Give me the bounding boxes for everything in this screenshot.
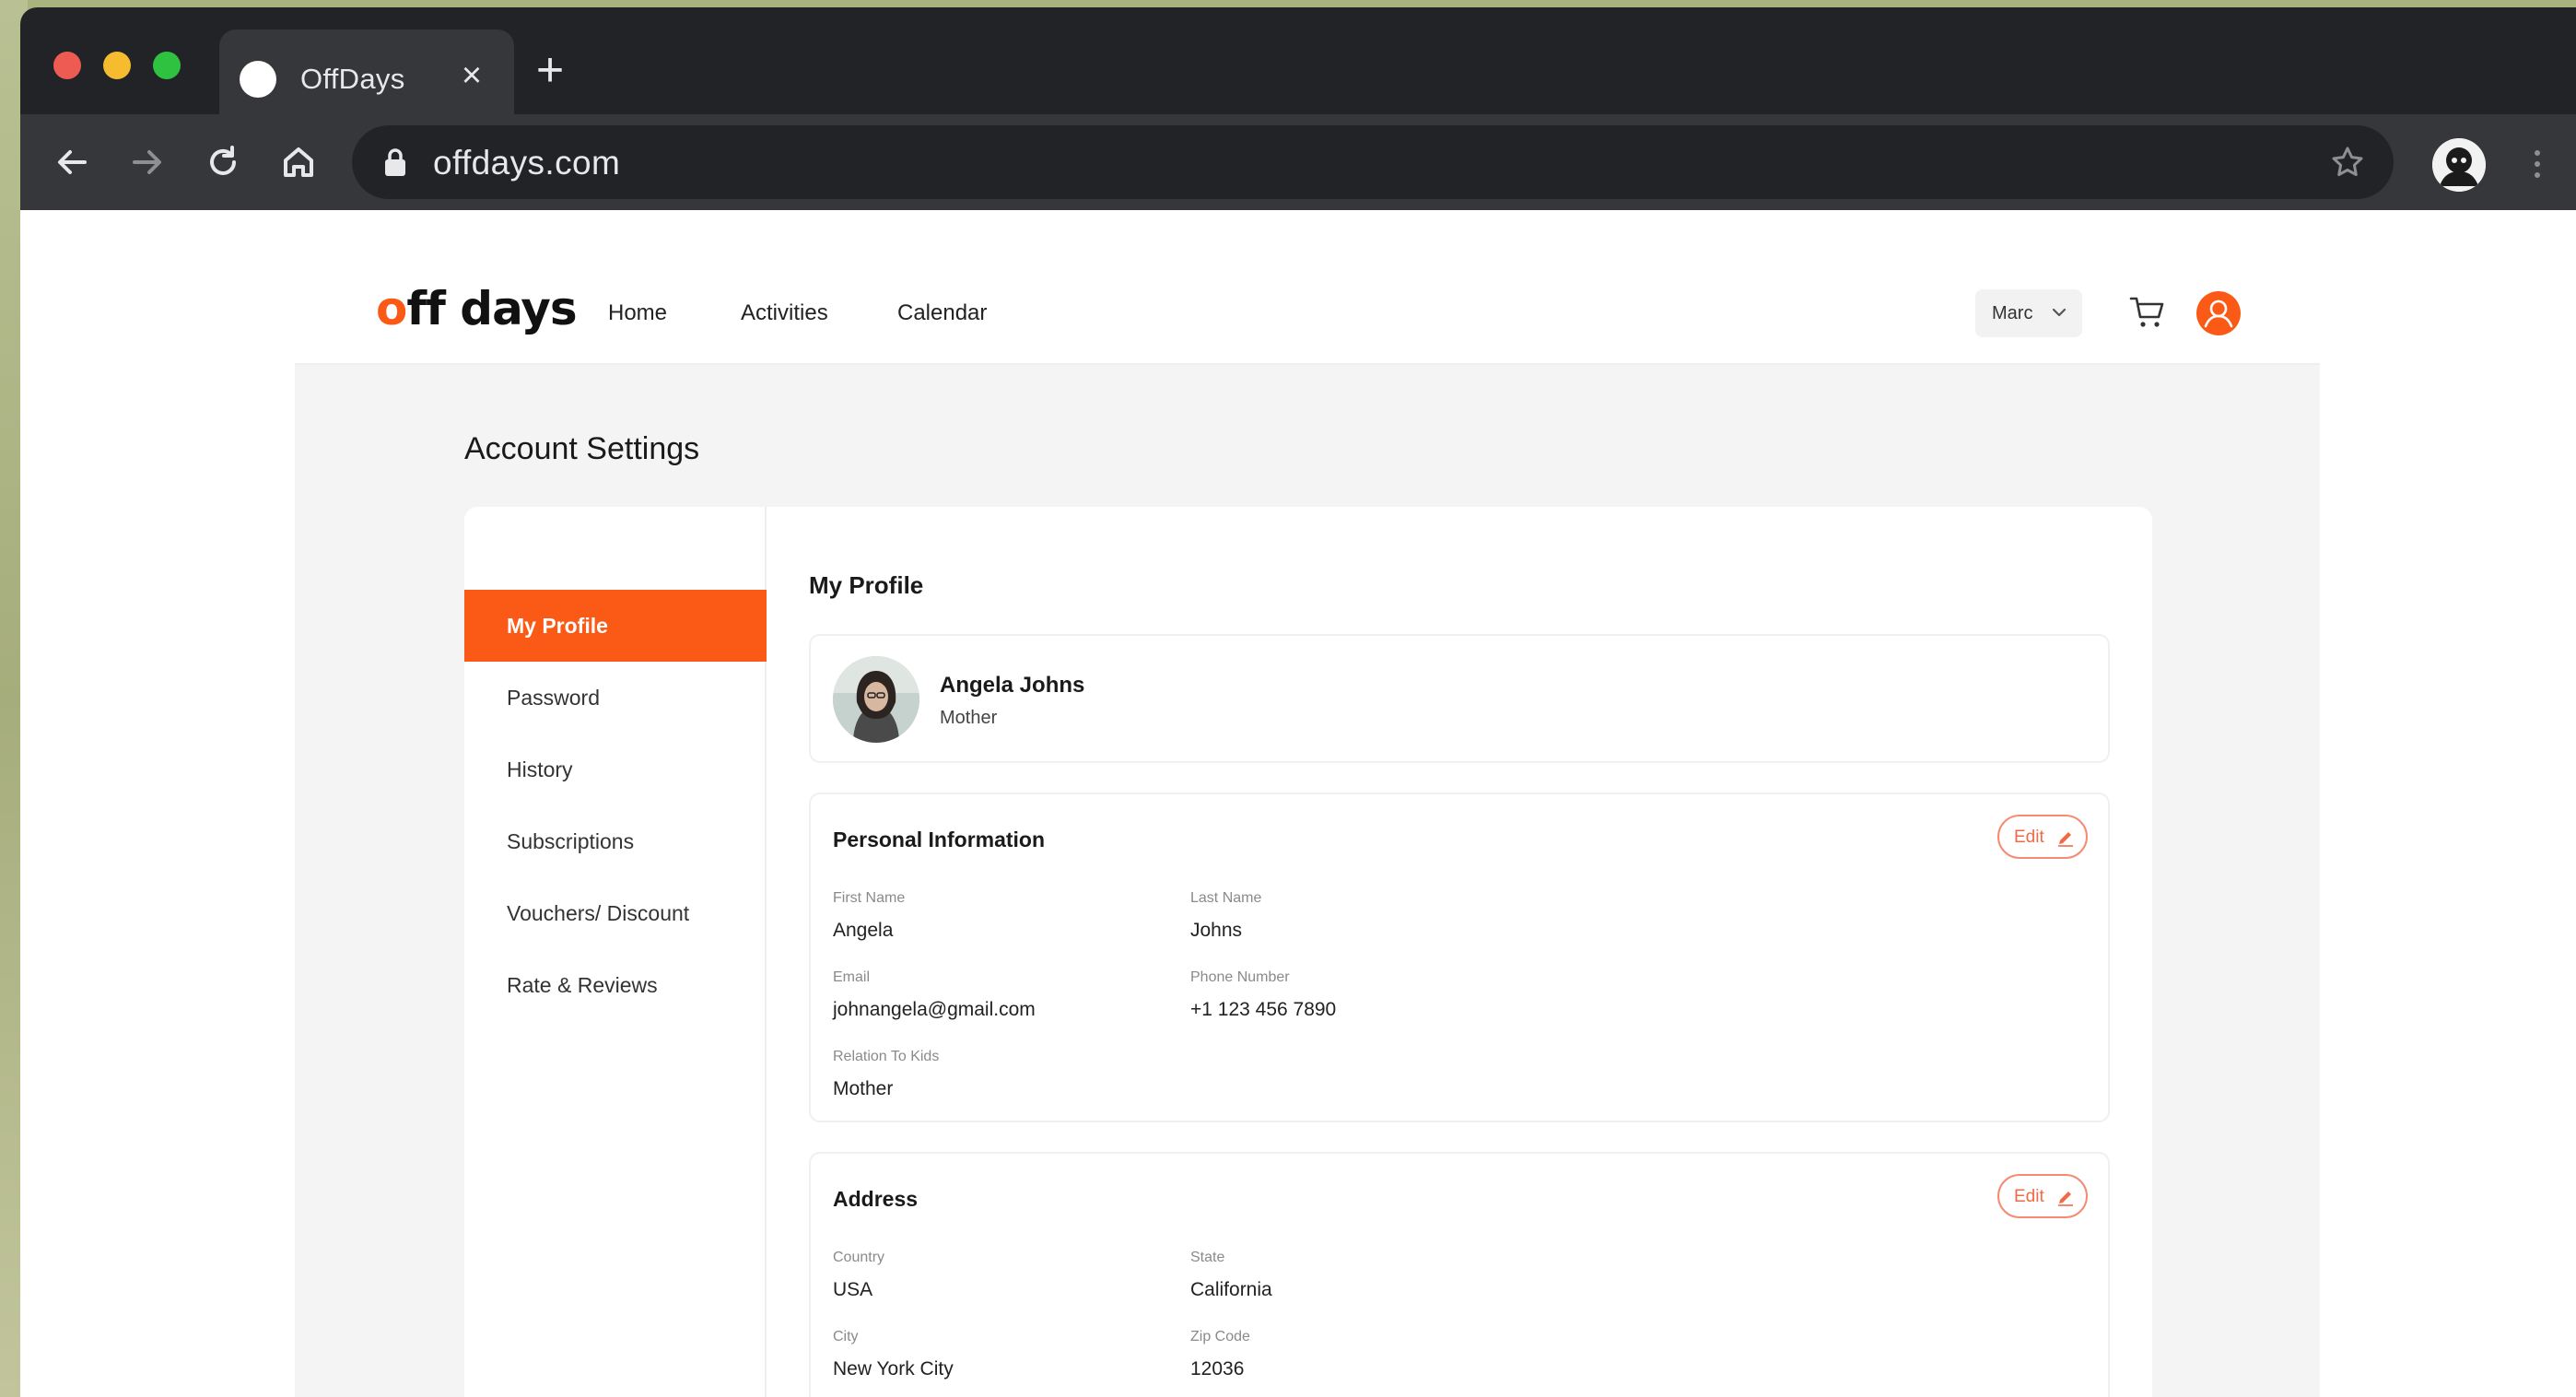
tab-title: OffDays xyxy=(300,63,405,95)
page-title: Account Settings xyxy=(464,431,700,466)
sidebar-item-password[interactable]: Password xyxy=(464,662,767,734)
user-avatar-button[interactable] xyxy=(2196,291,2241,335)
page: off days Home Activities Calendar Marc A… xyxy=(295,256,2320,1397)
chevron-down-icon xyxy=(2052,308,2067,317)
relation-label: Relation To Kids xyxy=(833,1049,940,1064)
browser-profile-avatar[interactable] xyxy=(2432,138,2486,192)
phone-label: Phone Number xyxy=(1190,969,1290,985)
edit-personal-info-button[interactable]: Edit xyxy=(1997,815,2088,859)
settings-panel: My Profile Password History Subscription… xyxy=(464,507,2152,1397)
address-card: Address Edit Country USA State Californi… xyxy=(809,1152,2110,1397)
nav-calendar[interactable]: Calendar xyxy=(897,300,987,326)
phone-value: +1 123 456 7890 xyxy=(1190,999,1337,1020)
settings-sidebar: My Profile Password History Subscription… xyxy=(464,507,767,1397)
user-select-dropdown[interactable]: Marc xyxy=(1975,289,2082,337)
new-tab-icon[interactable]: + xyxy=(529,46,571,94)
close-window-button[interactable] xyxy=(53,52,81,79)
first-name-label: First Name xyxy=(833,890,906,906)
user-select-label: Marc xyxy=(1992,303,2033,323)
sidebar-item-vouchers[interactable]: Vouchers/ Discount xyxy=(464,877,767,949)
zip-label: Zip Code xyxy=(1190,1329,1250,1344)
city-label: City xyxy=(833,1329,859,1344)
sidebar-item-history[interactable]: History xyxy=(464,734,767,805)
web-viewport: off days Home Activities Calendar Marc A… xyxy=(20,210,2576,1397)
country-value: USA xyxy=(833,1279,873,1300)
edit-address-button[interactable]: Edit xyxy=(1997,1174,2088,1218)
sidebar-item-reviews[interactable]: Rate & Reviews xyxy=(464,949,767,1021)
tab-close-icon[interactable]: × xyxy=(453,57,490,94)
browser-toolbar: offdays.com xyxy=(20,114,2576,210)
email-value: johnangela@gmail.com xyxy=(833,999,1036,1020)
personal-info-title: Personal Information xyxy=(833,828,1046,851)
personal-info-card: Personal Information Edit First Name Ang… xyxy=(809,792,2110,1122)
lock-icon xyxy=(385,148,405,176)
profile-name: Angela Johns xyxy=(940,673,1085,698)
nav-home[interactable]: Home xyxy=(608,300,667,326)
home-icon[interactable] xyxy=(276,140,321,184)
back-arrow-icon[interactable] xyxy=(50,140,94,184)
address-title: Address xyxy=(833,1187,919,1211)
profile-role: Mother xyxy=(940,708,998,728)
site-header: off days Home Activities Calendar Marc xyxy=(295,256,2320,365)
profile-photo xyxy=(833,656,919,743)
relation-value: Mother xyxy=(833,1078,894,1099)
profile-summary-card: Angela Johns Mother xyxy=(809,634,2110,763)
tab-strip: OffDays × + xyxy=(20,7,2576,114)
nav-activities[interactable]: Activities xyxy=(741,300,828,326)
bookmark-star-icon[interactable] xyxy=(2329,144,2366,181)
edit-label: Edit xyxy=(2014,828,2044,847)
last-name-value: Johns xyxy=(1190,920,1243,941)
forward-arrow-icon[interactable] xyxy=(125,140,170,184)
minimize-window-button[interactable] xyxy=(103,52,131,79)
cart-icon[interactable] xyxy=(2128,293,2167,332)
address-bar[interactable]: offdays.com xyxy=(352,125,2394,199)
state-label: State xyxy=(1190,1250,1225,1265)
browser-tab[interactable]: OffDays × xyxy=(219,29,514,114)
state-value: California xyxy=(1190,1279,1272,1300)
user-icon xyxy=(2204,299,2233,328)
profile-content: My Profile Angela Johns Mother Personal … xyxy=(767,507,2152,1397)
offdays-logo[interactable]: off days xyxy=(376,282,578,335)
pencil-icon xyxy=(2058,832,2073,847)
city-value: New York City xyxy=(833,1358,954,1379)
first-name-value: Angela xyxy=(833,920,894,941)
reload-icon[interactable] xyxy=(201,140,245,184)
country-label: Country xyxy=(833,1250,885,1265)
last-name-label: Last Name xyxy=(1190,890,1262,906)
email-label: Email xyxy=(833,969,871,985)
pencil-icon xyxy=(2058,1192,2073,1206)
browser-menu-icon[interactable] xyxy=(2528,146,2547,182)
edit-label: Edit xyxy=(2014,1187,2044,1206)
browser-window: OffDays × + offdays.com off days Home Ac… xyxy=(20,7,2576,1397)
sidebar-item-subscriptions[interactable]: Subscriptions xyxy=(464,805,767,877)
url-text: offdays.com xyxy=(433,144,621,182)
zip-value: 12036 xyxy=(1190,1358,1245,1379)
favicon-icon xyxy=(240,61,276,98)
sidebar-item-my-profile[interactable]: My Profile xyxy=(464,590,767,662)
maximize-window-button[interactable] xyxy=(153,52,181,79)
section-title: My Profile xyxy=(809,571,924,599)
